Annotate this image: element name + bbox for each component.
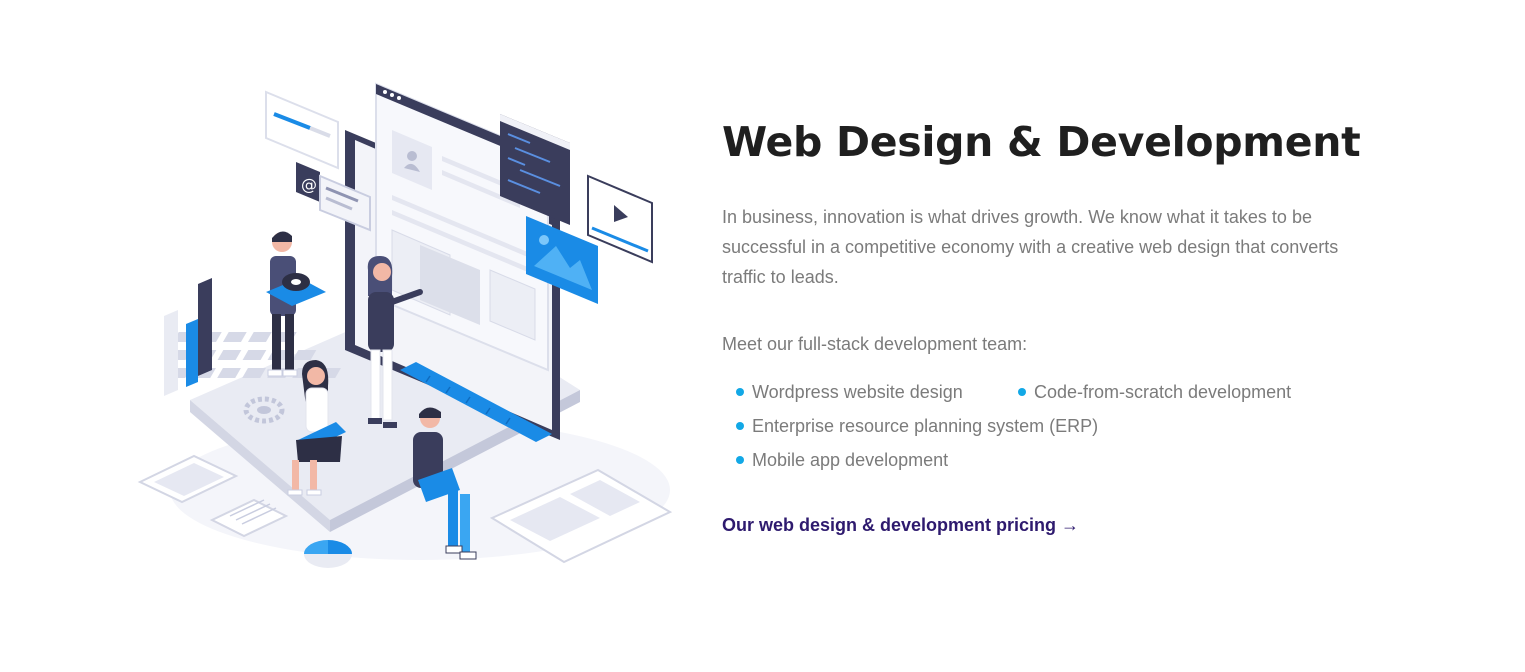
bullet-dot-icon [736,456,744,464]
pie-chart-icon [304,540,352,568]
intro-paragraph: In business, innovation is what drives g… [722,207,1339,287]
browser-dot [383,90,387,94]
list-item: Wordpress website design [736,375,1018,409]
web-design-illustration: @ [130,70,690,590]
service-label: Wordpress website design [752,382,963,402]
bullet-dot-icon [1018,388,1026,396]
team-label: Meet our full-stack development team: [722,334,1028,354]
chart-bar [186,319,198,387]
bullet-dot-icon [736,422,744,430]
progress-card [265,90,339,170]
list-item: Enterprise resource planning system (ERP… [736,409,1356,443]
email-icon: @ [301,175,317,194]
pricing-link[interactable]: Our web design & development pricing → [722,515,1079,536]
list-item: Code-from-scratch development [1018,375,1338,409]
service-description: Web Design & Development In business, in… [722,112,1382,536]
list-item: Mobile app development [736,443,1356,477]
chart-bar [198,278,212,376]
browser-dot [390,93,394,97]
service-label: Code-from-scratch development [1034,382,1292,402]
browser-dot [397,96,401,100]
service-label: Mobile app development [752,450,949,470]
bullet-dot-icon [736,388,744,396]
service-label: Enterprise resource planning system (ERP… [752,416,1099,436]
chart-bar [164,310,178,396]
illustration-svg: @ [137,82,673,568]
section-title: Web Design & Development [722,118,1361,166]
services-list: Wordpress website design Code-from-scrat… [736,375,1356,477]
